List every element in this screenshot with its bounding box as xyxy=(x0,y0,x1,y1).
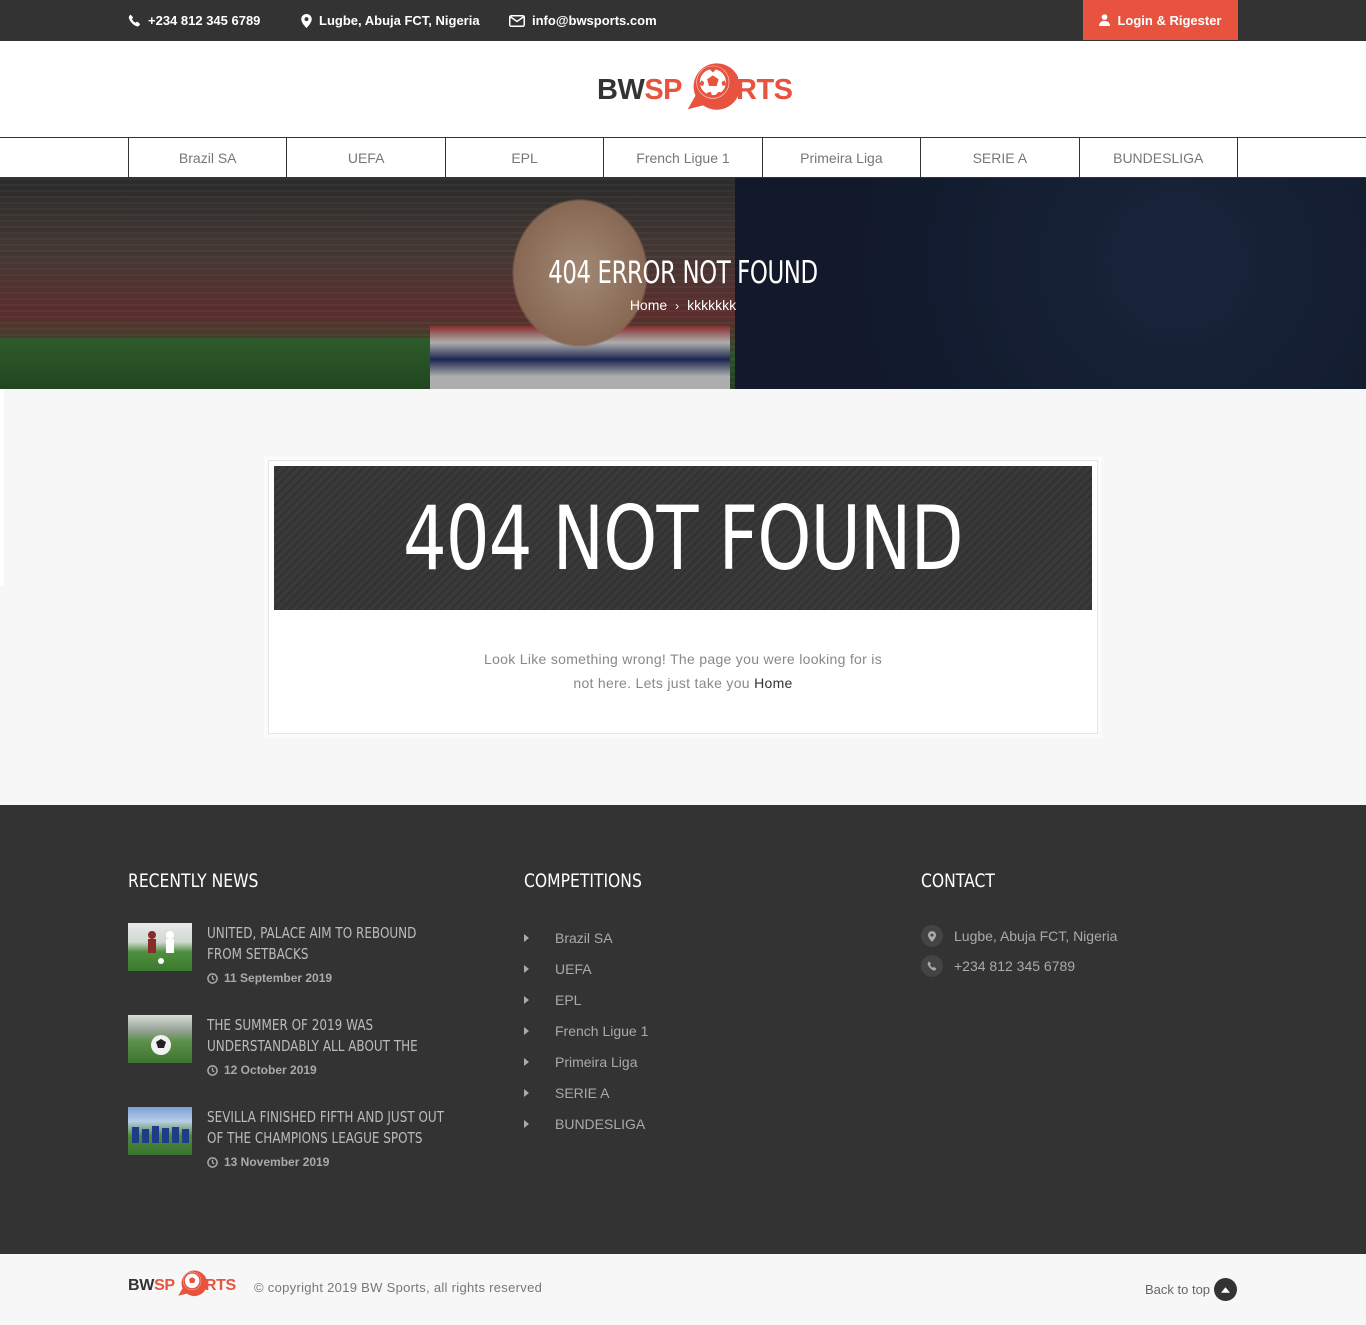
topbar-email-text: info@bwsports.com xyxy=(532,13,657,28)
caret-right-icon xyxy=(524,1089,529,1097)
competition-label: EPL xyxy=(555,992,582,1008)
error-heading-band: 404 NOT FOUND xyxy=(274,466,1092,610)
footer-competitions-title: COMPETITIONS xyxy=(524,870,642,892)
caret-right-icon xyxy=(524,965,529,973)
error-message: Look Like something wrong! The page you … xyxy=(274,647,1092,695)
news-title[interactable]: SEVILLA FINISHED FIFTH AND JUST OUT OF T… xyxy=(207,1107,447,1149)
logo-text-sp: SP xyxy=(154,1276,175,1294)
news-item[interactable]: SEVILLA FINISHED FIFTH AND JUST OUT OF T… xyxy=(128,1107,448,1187)
breadcrumb-home-link[interactable]: Home xyxy=(630,297,667,313)
nav-item-uefa[interactable]: UEFA xyxy=(287,137,446,178)
chevron-right-icon: › xyxy=(675,299,680,313)
news-thumbnail[interactable] xyxy=(128,1015,192,1063)
nav-item-brazil-sa[interactable]: Brazil SA xyxy=(129,137,288,178)
main-nav: Brazil SA UEFA EPL French Ligue 1 Primei… xyxy=(0,137,1366,178)
nav-item-bundesliga[interactable]: BUNDESLIGA xyxy=(1080,137,1238,178)
page-title: 404 ERROR NOT FOUND xyxy=(548,255,818,291)
news-date: 12 October 2019 xyxy=(207,1063,317,1077)
competition-label: SERIE A xyxy=(555,1085,610,1101)
caret-right-icon xyxy=(524,996,529,1004)
clock-icon xyxy=(207,972,218,984)
competition-label: French Ligue 1 xyxy=(555,1023,649,1039)
clock-icon xyxy=(207,1156,218,1168)
topbar-address: Lugbe, Abuja FCT, Nigeria xyxy=(301,0,480,41)
news-date-text: 13 November 2019 xyxy=(224,1155,330,1169)
nav-item-serie-a[interactable]: SERIE A xyxy=(921,137,1080,178)
news-item[interactable]: THE SUMMER OF 2019 WAS UNDERSTANDABLY AL… xyxy=(128,1015,448,1095)
news-thumbnail[interactable] xyxy=(128,1107,192,1155)
logo-text-sp: SP xyxy=(644,73,683,106)
logo-text-rts: RTS xyxy=(736,73,793,106)
clock-icon xyxy=(207,1064,218,1076)
soccer-ball-icon xyxy=(178,1270,206,1297)
map-pin-icon xyxy=(921,925,943,947)
nav-item-french-ligue-1[interactable]: French Ligue 1 xyxy=(604,137,763,178)
error-heading: 404 NOT FOUND xyxy=(403,486,964,590)
competition-link-uefa[interactable]: UEFA xyxy=(524,959,592,979)
competition-link-bundesliga[interactable]: BUNDESLIGA xyxy=(524,1114,645,1134)
competition-link-primeira-liga[interactable]: Primeira Liga xyxy=(524,1052,637,1072)
map-pin-icon xyxy=(301,13,312,28)
logo-text-rts: RTS xyxy=(204,1276,236,1294)
logo-header: BW SP RTS xyxy=(0,41,1366,137)
phone-icon xyxy=(921,955,943,977)
error-home-link[interactable]: Home xyxy=(754,675,793,691)
topbar-phone-text: +234 812 345 6789 xyxy=(148,13,261,28)
competition-link-serie-a[interactable]: SERIE A xyxy=(524,1083,609,1103)
login-register-label: Login & Rigester xyxy=(1117,12,1222,28)
footer-news-title: RECENTLY NEWS xyxy=(128,870,259,892)
topbar-address-text: Lugbe, Abuja FCT, Nigeria xyxy=(319,13,480,28)
error-panel: 404 NOT FOUND Look Like something wrong!… xyxy=(268,460,1098,734)
error-message-line2: not here. Lets just take you xyxy=(573,675,750,691)
caret-right-icon xyxy=(524,1120,529,1128)
footer-contact-address: Lugbe, Abuja FCT, Nigeria xyxy=(921,925,1117,947)
user-icon xyxy=(1099,14,1111,26)
news-date: 11 September 2019 xyxy=(207,971,332,985)
login-register-button[interactable]: Login & Rigester xyxy=(1083,0,1238,40)
site-logo[interactable]: BW SP RTS xyxy=(597,63,793,115)
news-date-text: 11 September 2019 xyxy=(224,971,333,985)
phone-icon xyxy=(128,14,141,27)
competition-label: Brazil SA xyxy=(555,930,613,946)
news-title[interactable]: THE SUMMER OF 2019 WAS UNDERSTANDABLY AL… xyxy=(207,1015,447,1057)
top-bar: +234 812 345 6789 Lugbe, Abuja FCT, Nige… xyxy=(0,0,1366,41)
back-to-top-label: Back to top xyxy=(1145,1282,1211,1297)
back-to-top-button[interactable]: Back to top xyxy=(1145,1278,1238,1301)
competition-link-brazil-sa[interactable]: Brazil SA xyxy=(524,928,613,948)
footer-phone-text: +234 812 345 6789 xyxy=(954,958,1076,974)
competition-link-french-ligue-1[interactable]: French Ligue 1 xyxy=(524,1021,648,1041)
news-item[interactable]: UNITED, PALACE AIM TO REBOUND FROM SETBA… xyxy=(128,923,448,1003)
topbar-email[interactable]: info@bwsports.com xyxy=(509,0,657,41)
topbar-phone[interactable]: +234 812 345 6789 xyxy=(128,0,260,41)
nav-item-primeira-liga[interactable]: Primeira Liga xyxy=(763,137,922,178)
footer-contact-title: CONTACT xyxy=(921,870,995,892)
news-date: 13 November 2019 xyxy=(207,1155,329,1169)
soccer-ball-icon xyxy=(687,63,739,110)
caret-right-icon xyxy=(524,934,529,942)
nav-item-epl[interactable]: EPL xyxy=(446,137,605,178)
news-date-text: 12 October 2019 xyxy=(224,1063,317,1077)
competition-label: UEFA xyxy=(555,961,592,977)
envelope-icon xyxy=(509,14,525,27)
competition-label: BUNDESLIGA xyxy=(555,1116,646,1132)
logo-text-bw: BW xyxy=(597,73,645,106)
breadcrumb-current: kkkkkkk xyxy=(687,297,737,313)
breadcrumb: Home › kkkkkkk xyxy=(0,297,1366,313)
footer-logo[interactable]: BW SP RTS xyxy=(128,1270,236,1299)
footer-address-text: Lugbe, Abuja FCT, Nigeria xyxy=(954,928,1118,944)
copyright-text: © copyright 2019 BW Sports, all rights r… xyxy=(254,1280,543,1295)
arrow-up-icon xyxy=(1214,1278,1238,1301)
caret-right-icon xyxy=(524,1058,529,1066)
news-title[interactable]: UNITED, PALACE AIM TO REBOUND FROM SETBA… xyxy=(207,923,447,965)
caret-right-icon xyxy=(524,1027,529,1035)
footer-contact-phone[interactable]: +234 812 345 6789 xyxy=(921,955,1075,977)
error-message-line1: Look Like something wrong! The page you … xyxy=(484,651,882,667)
logo-text-bw: BW xyxy=(128,1276,155,1294)
competition-label: Primeira Liga xyxy=(555,1054,638,1070)
competition-link-epl[interactable]: EPL xyxy=(524,990,581,1010)
news-thumbnail[interactable] xyxy=(128,923,192,971)
